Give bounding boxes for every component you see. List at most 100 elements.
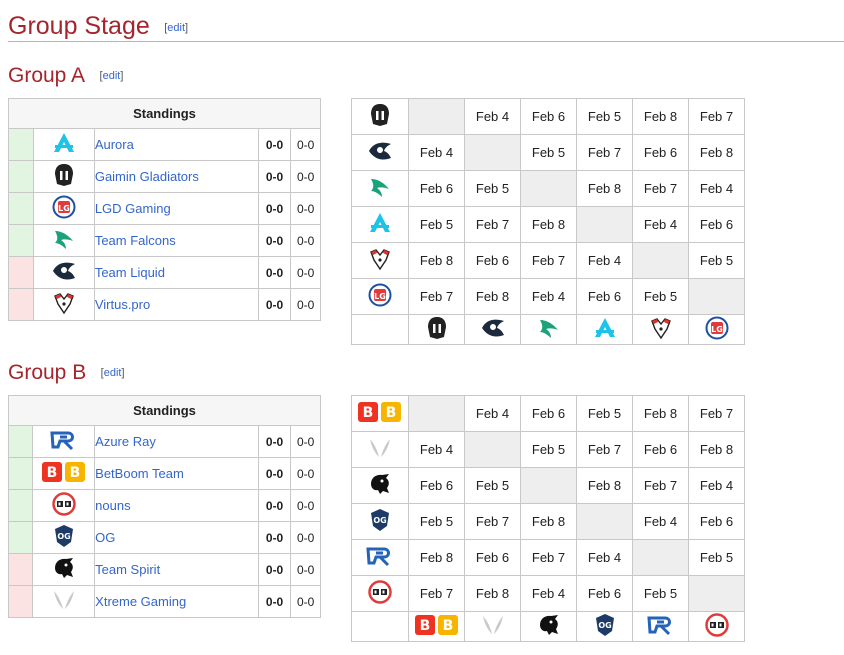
matrix-column-logo-cell[interactable]: LG — [688, 314, 745, 345]
team-logo-cell[interactable] — [32, 288, 95, 321]
team-name-link[interactable]: Gaimin Gladiators — [95, 169, 199, 184]
svg-text:OG: OG — [57, 532, 70, 541]
matrix-column-logo-cell[interactable] — [520, 611, 577, 642]
team-name-link[interactable]: BetBoom Team — [95, 466, 184, 481]
team-logo-cell[interactable] — [32, 553, 96, 586]
team-name-cell[interactable]: Team Liquid — [93, 256, 259, 289]
matrix-self-cell — [464, 134, 521, 171]
virtus-pro-icon — [368, 247, 392, 274]
matrix-row: Feb 7 Feb 8 Feb 4 Feb 6 Feb 5 — [351, 575, 745, 612]
matrix-row-logo-cell[interactable]: LG — [351, 278, 409, 315]
team-logo-cell[interactable] — [32, 425, 96, 458]
edit-link-label[interactable]: edit — [104, 367, 122, 379]
team-logo-cell[interactable] — [32, 489, 96, 522]
team-name-link[interactable]: Team Spirit — [95, 562, 160, 577]
match-date-cell: Feb 7 — [632, 170, 689, 207]
team-name-cell[interactable]: OG — [94, 521, 259, 554]
matrix-row: B B Feb 4 Feb 6 Feb 5 Feb 8 Feb 7 — [351, 395, 745, 432]
matrix-column-logo-cell[interactable]: OG — [576, 611, 633, 642]
match-score-cell: 0-0 — [257, 128, 292, 161]
team-logo-cell[interactable]: OG — [32, 521, 96, 554]
team-name-link[interactable]: Team Liquid — [95, 265, 165, 280]
match-score-cell: 0-0 — [257, 585, 292, 618]
matrix-column-logo-cell[interactable] — [688, 611, 745, 642]
team-name-cell[interactable]: Team Spirit — [94, 553, 259, 586]
team-logo-cell[interactable] — [32, 224, 95, 257]
matrix-row-logo-cell[interactable] — [351, 539, 409, 576]
team-logo-cell[interactable] — [32, 585, 96, 618]
matrix-column-logo-cell[interactable]: BB — [408, 611, 465, 642]
team-logo-cell[interactable] — [32, 256, 95, 289]
team-name-link[interactable]: OG — [95, 530, 115, 545]
matrix-self-cell — [576, 503, 633, 540]
match-date-cell: Feb 7 — [688, 395, 745, 432]
match-date-cell: Feb 4 — [688, 170, 745, 207]
team-name-cell[interactable]: Virtus.pro — [93, 288, 259, 321]
team-logo-cell[interactable] — [32, 128, 95, 161]
match-date-cell: Feb 4 — [464, 395, 521, 432]
team-name-link[interactable]: Team Falcons — [95, 233, 176, 248]
matrix-self-cell — [688, 278, 745, 315]
matrix-row-logo-cell[interactable]: OG — [351, 503, 409, 540]
matrix-column-logo-cell[interactable] — [464, 611, 521, 642]
match-date-cell: Feb 7 — [632, 467, 689, 504]
seed-status-cell — [7, 425, 34, 458]
team-name-link[interactable]: LGD Gaming — [95, 201, 171, 216]
matrix-column-logo-cell[interactable] — [576, 314, 633, 345]
team-name-link[interactable]: Aurora — [95, 137, 134, 152]
matrix-column-logo-cell[interactable] — [632, 314, 689, 345]
seed-status-cell — [7, 553, 34, 586]
matrix-row: Feb 5 Feb 7 Feb 8 Feb 4 Feb 6 — [351, 206, 745, 243]
team-name-cell[interactable]: Gaimin Gladiators — [93, 160, 259, 193]
group-b-edit-link[interactable]: [edit] — [101, 367, 125, 379]
matrix-row-logo-cell[interactable] — [351, 98, 409, 135]
team-name-cell[interactable]: Azure Ray — [94, 425, 259, 458]
team-spirit-icon — [537, 613, 561, 640]
matrix-row-logo-cell[interactable] — [351, 134, 409, 171]
matrix-row: Feb 4 Feb 5 Feb 7 Feb 6 Feb 8 — [351, 431, 745, 468]
matrix-column-logo-cell[interactable] — [632, 611, 689, 642]
team-name-cell[interactable]: BetBoom Team — [94, 457, 259, 490]
team-name-link[interactable]: Azure Ray — [95, 434, 156, 449]
matrix-column-logo-cell[interactable] — [464, 314, 521, 345]
match-date-cell: Feb 4 — [632, 206, 689, 243]
team-logo-cell[interactable]: LG — [32, 192, 95, 225]
match-date-cell: Feb 6 — [520, 395, 577, 432]
matrix-row-logo-cell[interactable] — [351, 242, 409, 279]
matrix-row-logo-cell[interactable] — [351, 467, 409, 504]
team-name-link[interactable]: Virtus.pro — [95, 297, 150, 312]
match-date-cell: Feb 4 — [408, 431, 465, 468]
matrix-self-cell — [408, 395, 465, 432]
team-name-cell[interactable]: Team Falcons — [93, 224, 259, 257]
matrix-row-logo-cell[interactable] — [351, 575, 409, 612]
matrix-row-logo-cell[interactable]: BB — [351, 395, 409, 432]
match-date-cell: Feb 8 — [464, 278, 521, 315]
team-logo-cell[interactable]: BB — [32, 457, 96, 490]
aurora-icon — [368, 211, 392, 238]
matrix-row-logo-cell[interactable] — [351, 206, 409, 243]
betboom-team-icon: BB — [41, 461, 87, 486]
edit-link[interactable]: [edit] — [164, 22, 188, 34]
team-name-cell[interactable]: LGD Gaming — [93, 192, 259, 225]
edit-link-label[interactable]: edit — [103, 70, 121, 82]
team-name-cell[interactable]: nouns — [94, 489, 259, 522]
team-name-cell[interactable]: Aurora — [93, 128, 259, 161]
matrix-column-logo-cell[interactable] — [408, 314, 465, 345]
group-a-edit-link[interactable]: [edit] — [100, 70, 124, 82]
team-logo-cell[interactable] — [32, 160, 95, 193]
svg-text:B: B — [442, 618, 453, 634]
matrix-row-logo-cell[interactable] — [351, 170, 409, 207]
matrix-row-logo-cell[interactable] — [351, 431, 409, 468]
matrix-corner-cell — [351, 314, 409, 345]
team-name-cell[interactable]: Xtreme Gaming — [94, 585, 259, 618]
matrix-column-logo-cell[interactable] — [520, 314, 577, 345]
match-score-cell: 0-0 — [257, 489, 292, 522]
match-date-cell: Feb 8 — [520, 206, 577, 243]
team-name-link[interactable]: Xtreme Gaming — [95, 594, 186, 609]
team-name-link[interactable]: nouns — [95, 498, 130, 513]
edit-link-label[interactable]: edit — [167, 22, 185, 34]
seed-status-cell — [8, 288, 34, 321]
match-date-cell: Feb 7 — [408, 575, 465, 612]
xtreme-gaming-icon — [368, 436, 392, 463]
matrix-row: LG Feb 7 Feb 8 Feb 4 Feb 6 Feb 5 — [351, 278, 745, 315]
